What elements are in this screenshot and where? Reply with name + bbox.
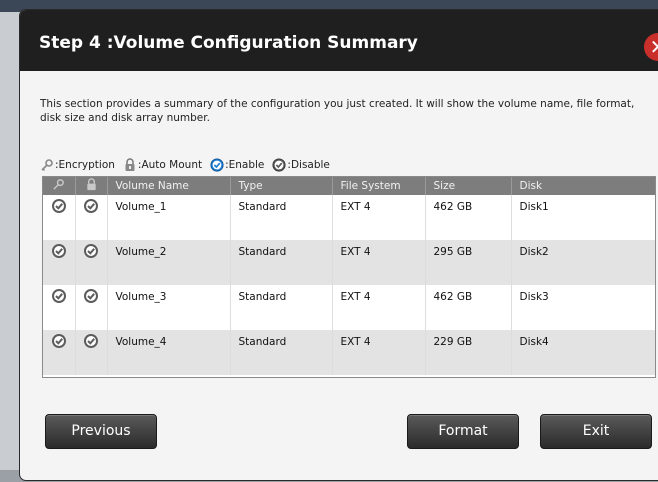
icon-legend: :Encryption :Auto Mount :Enable:Disable [40, 156, 338, 174]
dialog-title: Step 4 :Volume Configuration Summary [39, 33, 418, 53]
encryption-cell [43, 240, 76, 285]
check-circle-gray-icon [51, 289, 66, 303]
legend-auto-mount-label: :Auto Mount [137, 159, 203, 171]
legend-encryption-label: :Encryption [55, 159, 115, 171]
encryption-cell [43, 285, 76, 330]
lock-icon [125, 158, 135, 171]
size-cell: 462 GB [425, 195, 512, 240]
check-circle-gray-icon [84, 334, 98, 348]
volume-table-container: Volume Name Type File System Size Disk V… [42, 176, 656, 378]
volume-table: Volume Name Type File System Size Disk V… [43, 177, 655, 375]
type-cell: Standard [230, 330, 333, 375]
size-cell: 295 GB [425, 240, 512, 285]
auto-mount-cell [75, 195, 108, 240]
table-row: Volume_4 Standard EXT 4 229 GB Disk4 [43, 330, 655, 375]
type-cell: Standard [230, 195, 333, 240]
legend-disable-label: :Disable [287, 159, 330, 171]
header-auto-mount-column [75, 177, 108, 195]
header-type: Type [230, 177, 333, 195]
table-row: Volume_2 Standard EXT 4 295 GB Disk2 [43, 240, 655, 285]
volume-name-cell: Volume_1 [107, 195, 231, 240]
disk-cell: Disk3 [511, 285, 655, 330]
check-circle-gray-icon [51, 244, 66, 258]
volume-name-cell: Volume_2 [107, 240, 231, 285]
check-circle-gray-icon [51, 199, 66, 213]
disk-cell: Disk2 [511, 240, 655, 285]
legend-enable-label: :Enable [225, 159, 265, 171]
key-icon [41, 159, 53, 171]
disk-cell: Disk1 [511, 195, 655, 240]
format-button[interactable]: Format [407, 414, 519, 449]
header-file-system: File System [332, 177, 426, 195]
file-system-cell: EXT 4 [332, 330, 426, 375]
check-circle-gray-icon [84, 289, 98, 303]
exit-button[interactable]: Exit [540, 414, 652, 449]
volume-name-cell: Volume_3 [107, 285, 231, 330]
dialog-description: This section provides a summary of the c… [40, 98, 635, 124]
auto-mount-cell [75, 240, 108, 285]
file-system-cell: EXT 4 [332, 285, 426, 330]
check-circle-gray-icon [84, 244, 98, 258]
encryption-cell [43, 195, 76, 240]
volume-name-cell: Volume_4 [107, 330, 231, 375]
close-button[interactable]: ✕ [644, 33, 658, 61]
size-cell: 229 GB [425, 330, 512, 375]
check-circle-gray-icon [272, 158, 286, 172]
type-cell: Standard [230, 285, 333, 330]
header-volume-name: Volume Name [107, 177, 231, 195]
size-cell: 462 GB [425, 285, 512, 330]
check-circle-blue-icon [210, 158, 224, 172]
legend-auto-mount: :Auto Mount [123, 158, 202, 172]
encryption-cell [43, 330, 76, 375]
table-row: Volume_1 Standard EXT 4 462 GB Disk1 [43, 195, 655, 240]
table-row: Volume_3 Standard EXT 4 462 GB Disk3 [43, 285, 655, 330]
disk-cell: Disk4 [511, 330, 655, 375]
check-circle-gray-icon [84, 199, 98, 213]
legend-encryption: :Encryption [40, 158, 115, 172]
file-system-cell: EXT 4 [332, 195, 426, 240]
file-system-cell: EXT 4 [332, 240, 426, 285]
header-disk: Disk [511, 177, 655, 195]
auto-mount-cell [75, 330, 108, 375]
legend-enable: :Enable [210, 158, 264, 172]
volume-summary-dialog: Step 4 :Volume Configuration Summary ✕ T… [20, 10, 658, 480]
close-icon: ✕ [649, 35, 658, 59]
background-app-left [0, 12, 20, 482]
type-cell: Standard [230, 240, 333, 285]
check-circle-gray-icon [51, 334, 66, 348]
table-header-row: Volume Name Type File System Size Disk [43, 177, 655, 195]
header-size: Size [425, 177, 512, 195]
auto-mount-cell [75, 285, 108, 330]
header-encryption-column [43, 177, 76, 195]
key-icon [53, 179, 65, 190]
previous-button[interactable]: Previous [45, 414, 157, 449]
lock-icon [86, 178, 96, 191]
legend-disable: :Disable [272, 158, 330, 172]
dialog-titlebar: Step 4 :Volume Configuration Summary ✕ [20, 10, 658, 71]
